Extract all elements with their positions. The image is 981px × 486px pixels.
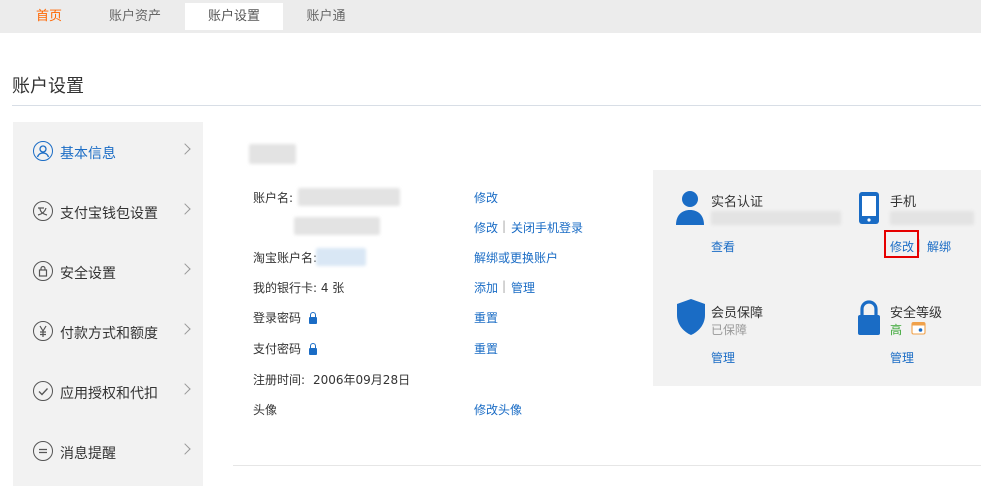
- sidebar-item-label: 基本信息: [60, 146, 116, 162]
- separator: |: [502, 279, 507, 293]
- security-level-title: 安全等级: [890, 306, 943, 321]
- avatar-label: 头像: [253, 403, 278, 417]
- separator: |: [502, 219, 507, 233]
- person-icon: [676, 191, 704, 225]
- bank-card-label: 我的银行卡: 4 张: [253, 281, 345, 295]
- close-phone-login-link[interactable]: 关闭手机登录: [511, 219, 583, 236]
- reset-login-password-link[interactable]: 重置: [474, 309, 498, 326]
- realname-redacted: [711, 211, 841, 225]
- register-time-label: 注册时间:: [253, 373, 306, 387]
- modify-phone-login-link[interactable]: 修改: [474, 219, 498, 236]
- top-nav: 首页 账户资产 账户设置 账户通: [0, 0, 981, 33]
- chevron-right-icon: [179, 383, 191, 395]
- sidebar-item-label: 支付宝钱包设置: [60, 206, 158, 222]
- login-password-label: 登录密码: [253, 311, 302, 325]
- phone-redacted: [890, 211, 974, 225]
- chevron-right-icon: [179, 263, 191, 275]
- chevron-right-icon: [179, 323, 191, 335]
- lock-icon: [33, 261, 53, 281]
- realname-title: 实名认证: [711, 195, 764, 210]
- user-icon: [33, 141, 53, 161]
- phone-title: 手机: [890, 195, 917, 210]
- reset-pay-password-link[interactable]: 重置: [474, 340, 498, 357]
- modify-avatar-link[interactable]: 修改头像: [474, 401, 522, 418]
- title-divider: [12, 105, 981, 106]
- username-redacted: [249, 144, 296, 164]
- chevron-right-icon: [179, 443, 191, 455]
- view-realname-link[interactable]: 查看: [711, 238, 735, 255]
- register-time-value: 2006年09月28日: [313, 373, 411, 387]
- modify-account-name-link[interactable]: 修改: [474, 189, 498, 206]
- manage-security-level-link[interactable]: 管理: [890, 349, 914, 366]
- highlight-box: [884, 230, 919, 258]
- sidebar-item-label: 应用授权和代扣: [60, 386, 158, 402]
- tab-account-settings[interactable]: 账户设置: [185, 3, 283, 30]
- unbind-change-account-link[interactable]: 解绑或更换账户: [474, 249, 558, 266]
- unbind-phone-link[interactable]: 解绑: [927, 238, 951, 255]
- chevron-right-icon: [179, 143, 191, 155]
- phone-icon: [859, 192, 879, 224]
- sidebar-item-label: 付款方式和额度: [60, 326, 158, 342]
- lock-icon: [309, 343, 317, 355]
- tab-account-assets[interactable]: 账户资产: [99, 3, 171, 30]
- tab-home[interactable]: 首页: [13, 3, 85, 30]
- manage-member-protection-link[interactable]: 管理: [711, 349, 735, 366]
- padlock-icon: [858, 300, 880, 335]
- sidebar-item-wallet-settings[interactable]: 支付宝钱包设置: [13, 182, 203, 242]
- sidebar: 基本信息 支付宝钱包设置 安全设置 付款方式和额度 应用授权和代扣 消息提醒: [13, 122, 203, 486]
- pay-password-label: 支付密码: [253, 342, 302, 356]
- shield-icon: [677, 299, 705, 335]
- message-icon: [33, 441, 53, 461]
- sidebar-item-security-settings[interactable]: 安全设置: [13, 242, 203, 302]
- sidebar-item-notifications[interactable]: 消息提醒: [13, 422, 203, 482]
- taobao-account-redacted: [316, 248, 366, 266]
- sidebar-item-payment-methods[interactable]: 付款方式和额度: [13, 302, 203, 362]
- member-protection-title: 会员保障: [711, 306, 764, 321]
- lock-icon: [309, 312, 317, 324]
- page-title: 账户设置: [12, 76, 84, 97]
- check-icon: [33, 381, 53, 401]
- sidebar-item-app-authorization[interactable]: 应用授权和代扣: [13, 362, 203, 422]
- account-name-label: 账户名:: [253, 191, 294, 205]
- tab-account-link[interactable]: 账户通: [290, 3, 362, 30]
- taobao-account-label: 淘宝账户名:: [253, 251, 318, 265]
- manage-bank-card-link[interactable]: 管理: [511, 279, 535, 296]
- bottom-divider: [233, 465, 981, 466]
- member-protection-status: 已保障: [711, 323, 748, 337]
- sidebar-item-label: 安全设置: [60, 266, 116, 282]
- wallet-icon: [33, 201, 53, 221]
- account-name-redacted: [298, 188, 400, 206]
- security-level-value: 高: [890, 323, 903, 337]
- calendar-icon: [911, 321, 926, 335]
- chevron-right-icon: [179, 203, 191, 215]
- sidebar-item-basic-info[interactable]: 基本信息: [13, 122, 203, 182]
- phone-login-redacted: [294, 217, 380, 235]
- sidebar-item-label: 消息提醒: [60, 446, 116, 462]
- add-bank-card-link[interactable]: 添加: [474, 279, 498, 296]
- yen-icon: [33, 321, 53, 341]
